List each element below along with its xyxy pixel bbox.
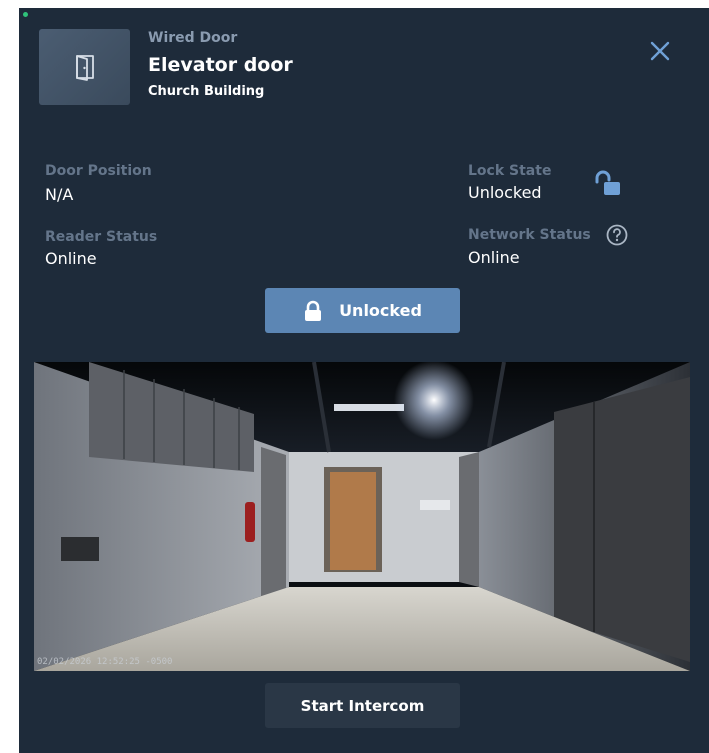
camera-frame-image — [34, 362, 690, 671]
door-detail-panel: Wired Door Elevator door Church Building… — [19, 8, 709, 753]
close-button[interactable] — [647, 38, 673, 64]
start-intercom-button[interactable]: Start Intercom — [265, 683, 460, 728]
network-status-value: Online — [468, 248, 520, 267]
lock-open-icon — [595, 170, 620, 195]
status-dot — [23, 12, 28, 17]
lock-icon — [305, 300, 322, 321]
reader-status-label: Reader Status — [45, 229, 158, 245]
camera-feed: 02/02/2026 12:52:25 -0500 — [34, 362, 690, 671]
door-position-value: N/A — [45, 185, 74, 204]
close-icon — [650, 41, 670, 61]
start-intercom-label: Start Intercom — [300, 696, 425, 715]
building-name: Church Building — [148, 84, 265, 99]
door-icon — [75, 55, 94, 81]
help-circle-icon[interactable] — [605, 223, 629, 247]
door-name-title: Elevator door — [148, 54, 293, 76]
lock-toggle-label: Unlocked — [339, 301, 422, 320]
door-thumbnail — [39, 29, 130, 105]
lock-toggle-button[interactable]: Unlocked — [265, 288, 460, 333]
network-status-label: Network Status — [468, 227, 591, 243]
door-type-label: Wired Door — [148, 30, 238, 46]
door-position-label: Door Position — [45, 163, 152, 179]
reader-status-value: Online — [45, 249, 97, 268]
lock-state-label: Lock State — [468, 163, 552, 179]
lock-state-value: Unlocked — [468, 183, 542, 202]
camera-timestamp: 02/02/2026 12:52:25 -0500 — [37, 657, 173, 667]
